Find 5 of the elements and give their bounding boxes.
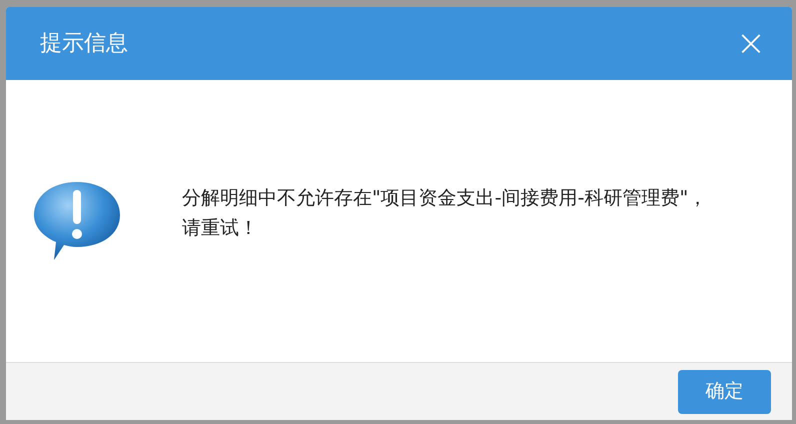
info-icon — [32, 180, 122, 262]
message-text: 分解明细中不允许存在"项目资金支出-间接费用-科研管理费"，请重试！ — [182, 186, 708, 241]
dialog-title: 提示信息 — [40, 30, 128, 58]
confirm-button[interactable]: 确定 — [678, 370, 771, 414]
close-button[interactable]: × — [736, 26, 766, 62]
